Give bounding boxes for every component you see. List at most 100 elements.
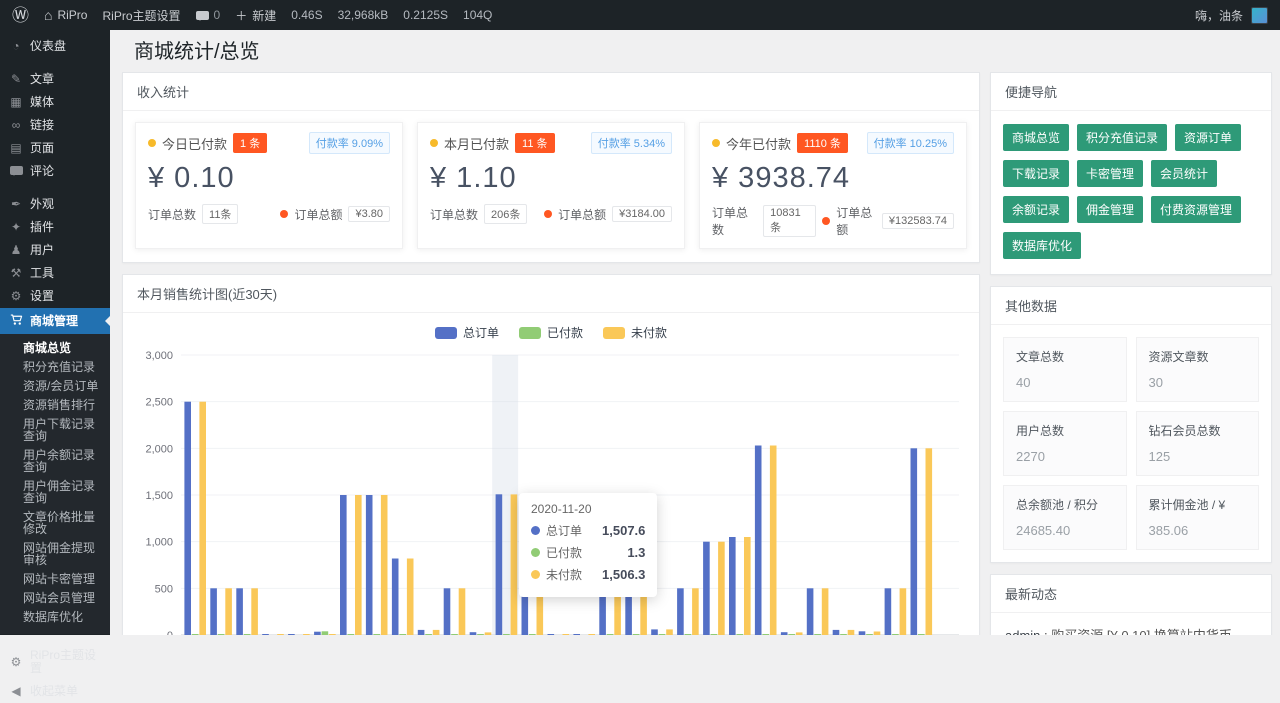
bar-总订单-2020-11-18[interactable] — [444, 588, 451, 635]
chart-area[interactable]: 05001,0001,5002,0002,5003,0002020-11-082… — [123, 343, 979, 635]
bar-已付款-2020-11-13[interactable] — [322, 631, 329, 635]
submenu-item[interactable]: 文章价格批量修改 — [0, 507, 110, 538]
submenu-item[interactable]: 商城总览 — [0, 338, 110, 357]
bar-总订单-2020-12-04[interactable] — [859, 631, 866, 635]
sidebar-item-posts[interactable]: ✎文章 — [0, 68, 110, 91]
sidebar-item-tools[interactable]: ⚒工具 — [0, 262, 110, 285]
submenu-item[interactable]: 资源销售排行 — [0, 395, 110, 414]
bar-总订单-2020-11-25[interactable] — [625, 588, 632, 635]
sidebar-item-links[interactable]: ∞链接 — [0, 114, 110, 137]
submenu-item[interactable]: 网站卡密管理 — [0, 569, 110, 588]
bar-未付款-2020-11-18[interactable] — [459, 588, 466, 635]
bar-未付款-2020-11-15[interactable] — [381, 495, 388, 635]
sidebar-item-comments[interactable]: 评论 — [0, 160, 110, 183]
card-rate-badge: 付款率 10.25% — [867, 132, 954, 154]
submenu-item[interactable]: 网站会员管理 — [0, 588, 110, 607]
bar-总订单-2020-11-10[interactable] — [236, 588, 243, 635]
sidebar-footer-gear[interactable]: ⚙RiPro主题设置 — [0, 644, 110, 680]
quick-nav-button[interactable]: 佣金管理 — [1077, 196, 1143, 223]
submenu-item[interactable]: 积分充值记录 — [0, 357, 110, 376]
sidebar-item-pages[interactable]: ▤页面 — [0, 137, 110, 160]
legend-item[interactable]: 已付款 — [519, 324, 583, 341]
pages-icon: ▤ — [9, 142, 23, 155]
bar-总订单-2020-11-09[interactable] — [210, 588, 217, 635]
submenu-item[interactable]: 网站佣金提现审核 — [0, 538, 110, 569]
submenu-item[interactable]: 用户余额记录查询 — [0, 445, 110, 476]
sidebar-item-settings[interactable]: ⚙设置 — [0, 285, 110, 308]
submenu-item[interactable]: 资源/会员订单 — [0, 376, 110, 395]
bar-总订单-2020-11-26[interactable] — [651, 629, 658, 635]
sidebar-item-media[interactable]: ▦媒体 — [0, 91, 110, 114]
bar-总订单-2020-11-27[interactable] — [677, 588, 684, 635]
bar-未付款-2020-12-06[interactable] — [926, 448, 933, 635]
bar-总订单-2020-12-02[interactable] — [807, 588, 814, 635]
quick-nav-button[interactable]: 商城总览 — [1003, 124, 1069, 151]
bar-未付款-2020-11-27[interactable] — [692, 588, 699, 635]
quick-nav-button[interactable]: 下载记录 — [1003, 160, 1069, 187]
links-icon: ∞ — [9, 119, 23, 132]
sidebar-item-users[interactable]: ♟用户 — [0, 239, 110, 262]
sidebar-item-plugins[interactable]: ✦插件 — [0, 216, 110, 239]
quick-nav-button[interactable]: 会员统计 — [1151, 160, 1217, 187]
site-name-link[interactable]: ⌂ RiPro — [44, 7, 87, 23]
bar-总订单-2020-11-15[interactable] — [366, 495, 373, 635]
bar-总订单-2020-11-14[interactable] — [340, 495, 347, 635]
bar-总订单-2020-11-17[interactable] — [418, 630, 425, 635]
bar-总订单-2020-11-08[interactable] — [184, 402, 191, 635]
avatar[interactable] — [1251, 7, 1268, 24]
quick-nav-button[interactable]: 数据库优化 — [1003, 232, 1081, 259]
bar-总订单-2020-12-03[interactable] — [833, 630, 840, 635]
bar-未付款-2020-11-14[interactable] — [355, 495, 362, 635]
bar-未付款-2020-11-16[interactable] — [407, 559, 414, 636]
sidebar-footer-collapse[interactable]: ◀收起菜单 — [0, 680, 110, 703]
quick-nav-button[interactable]: 资源订单 — [1175, 124, 1241, 151]
bar-总订单-2020-11-29[interactable] — [729, 537, 736, 635]
bar-总订单-2020-11-28[interactable] — [703, 542, 710, 635]
activity-item: admin : 购买资源 [¥ 0.10] 换算站内货币=1.002020-11… — [1005, 613, 1257, 635]
bar-未付款-2020-11-10[interactable] — [251, 588, 258, 635]
bar-未付款-2020-12-02[interactable] — [822, 588, 829, 635]
bar-未付款-2020-12-05[interactable] — [900, 588, 907, 635]
bar-总订单-2020-12-05[interactable] — [885, 588, 892, 635]
comments-link[interactable]: 0 — [196, 8, 221, 22]
bar-未付款-2020-11-17[interactable] — [433, 630, 440, 635]
sidebar-item-appearance[interactable]: ✒外观 — [0, 193, 110, 216]
legend-item[interactable]: 总订单 — [435, 324, 499, 341]
quick-nav-button[interactable]: 卡密管理 — [1077, 160, 1143, 187]
submenu-item[interactable]: 数据库优化 — [0, 607, 110, 626]
sidebar-item-dashboard[interactable]: ◔仪表盘 — [0, 35, 110, 58]
sidebar-item-cart[interactable]: 商城管理 — [0, 308, 110, 334]
quick-nav-button[interactable]: 积分充值记录 — [1077, 124, 1167, 151]
bar-未付款-2020-12-03[interactable] — [848, 630, 855, 635]
other-data-panel: 其他数据 文章总数40资源文章数30用户总数2270钻石会员总数125总余额池 … — [990, 286, 1272, 563]
new-content-link[interactable]: ＋ 新建 — [235, 7, 276, 24]
bar-未付款-2020-11-25[interactable] — [640, 588, 647, 635]
bar-未付款-2020-11-29[interactable] — [744, 537, 751, 635]
quick-nav-button[interactable]: 付费资源管理 — [1151, 196, 1241, 223]
submenu-item[interactable]: 用户佣金记录查询 — [0, 476, 110, 507]
bar-未付款-2020-11-28[interactable] — [718, 542, 725, 635]
bar-未付款-2020-11-24[interactable] — [614, 573, 621, 635]
quick-nav-button[interactable]: 余额记录 — [1003, 196, 1069, 223]
bar-总订单-2020-12-06[interactable] — [911, 448, 918, 635]
bar-未付款-2020-11-26[interactable] — [666, 629, 673, 635]
bar-未付款-2020-11-20[interactable] — [511, 494, 518, 635]
sidebar-item-label: 文章 — [30, 73, 54, 86]
bar-总订单-2020-11-16[interactable] — [392, 559, 399, 636]
bar-总订单-2020-11-21[interactable] — [522, 588, 529, 635]
bar-未付款-2020-11-21[interactable] — [537, 588, 544, 635]
wordpress-logo-icon[interactable]: Ⓦ — [12, 7, 29, 24]
bar-总订单-2020-11-20[interactable] — [496, 494, 503, 635]
submenu-item[interactable]: 用户下载记录查询 — [0, 414, 110, 445]
bar-未付款-2020-11-30[interactable] — [770, 446, 777, 636]
bar-总订单-2020-11-24[interactable] — [599, 573, 606, 635]
svg-text:2,000: 2,000 — [145, 443, 173, 455]
sales-bar-chart[interactable]: 05001,0001,5002,0002,5003,0002020-11-082… — [135, 345, 967, 635]
bar-总订单-2020-11-30[interactable] — [755, 446, 762, 636]
bar-未付款-2020-11-09[interactable] — [225, 588, 232, 635]
bar-未付款-2020-12-04[interactable] — [874, 632, 881, 636]
legend-item[interactable]: 未付款 — [603, 324, 667, 341]
user-greeting[interactable]: 嗨，油条 — [1195, 7, 1243, 24]
bar-未付款-2020-11-08[interactable] — [199, 402, 206, 635]
theme-settings-link[interactable]: RiPro主题设置 — [102, 7, 180, 24]
